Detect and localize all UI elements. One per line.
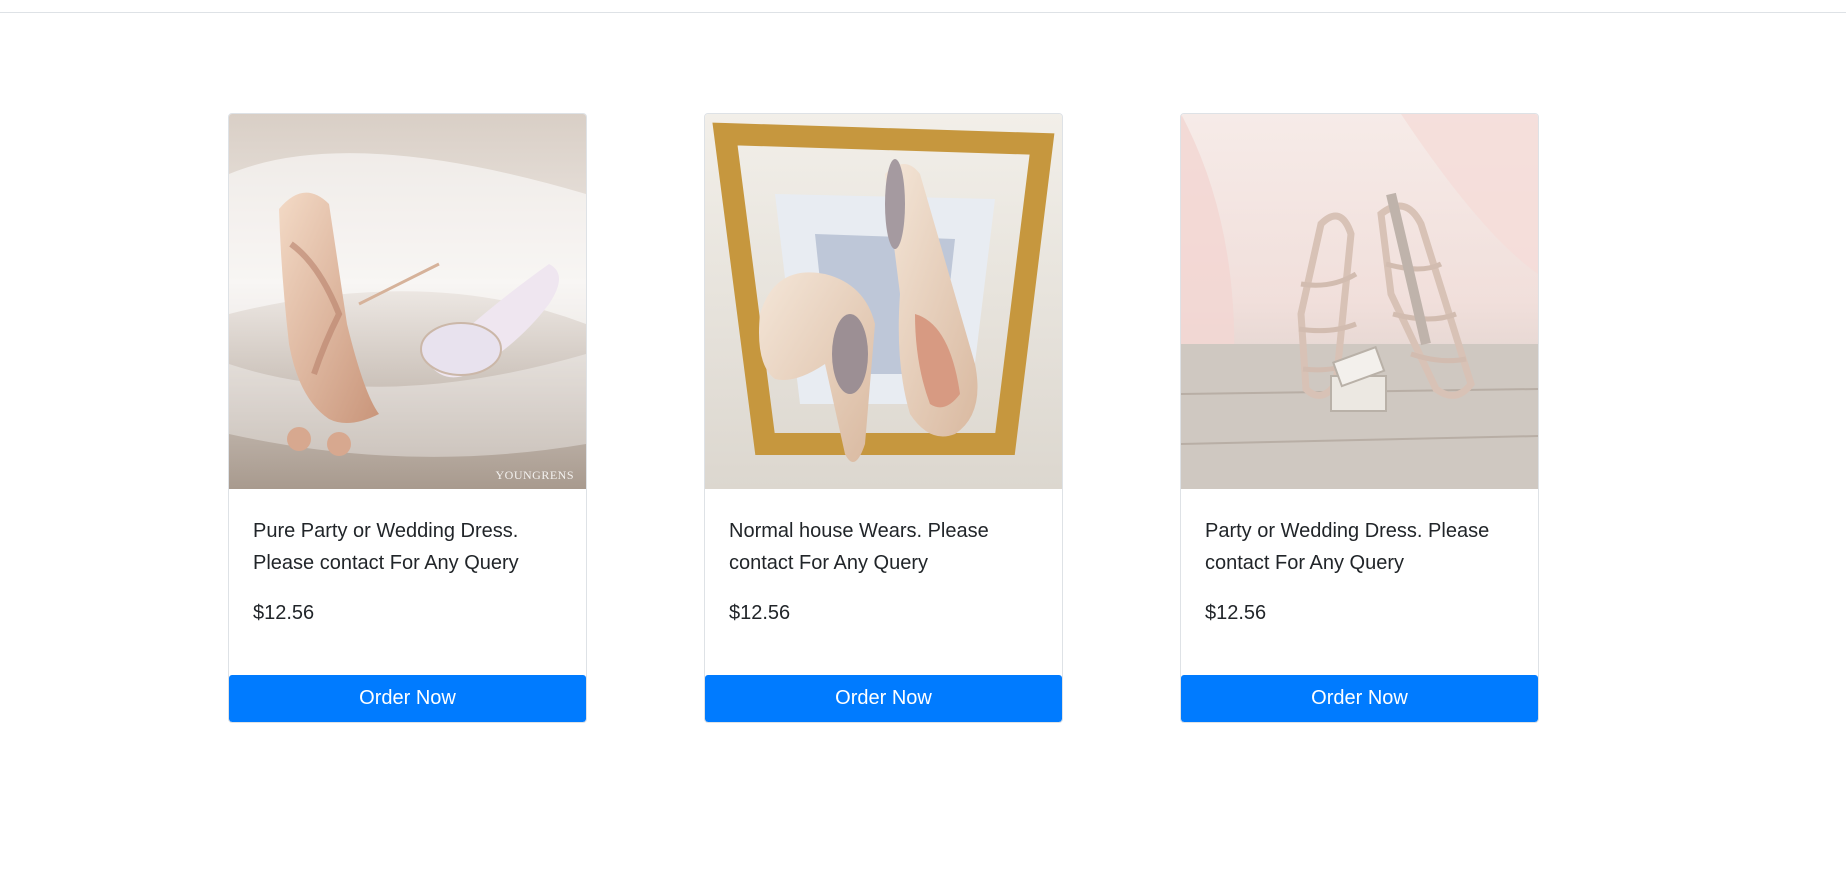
product-grid: YOUNGRENS Pure Party or Wedding Dress. P…: [228, 113, 1539, 723]
order-now-button[interactable]: Order Now: [705, 675, 1062, 722]
product-price: $12.56: [729, 602, 791, 624]
product-price: $12.56: [1205, 602, 1267, 624]
nude-pumps-jeweled-heel-image: [705, 114, 1062, 489]
order-now-button[interactable]: Order Now: [1181, 675, 1538, 722]
product-card: Normal house Wears. Please contact For A…: [704, 113, 1063, 723]
product-price: $12.56: [253, 602, 315, 624]
wedding-heels-rose-gold-image: YOUNGRENS: [229, 114, 586, 489]
order-now-button[interactable]: Order Now: [229, 675, 586, 722]
product-description: Normal house Wears. Please contact For A…: [729, 520, 989, 574]
header-divider: [0, 12, 1846, 13]
image-watermark: YOUNGRENS: [495, 468, 574, 482]
product-card: YOUNGRENS Pure Party or Wedding Dress. P…: [228, 113, 587, 723]
product-description: Party or Wedding Dress. Please contact F…: [1205, 520, 1490, 574]
strappy-sandals-ring-box-image: [1181, 114, 1538, 489]
product-card: Party or Wedding Dress. Please contact F…: [1180, 113, 1539, 723]
product-description: Pure Party or Wedding Dress. Please cont…: [253, 520, 519, 574]
